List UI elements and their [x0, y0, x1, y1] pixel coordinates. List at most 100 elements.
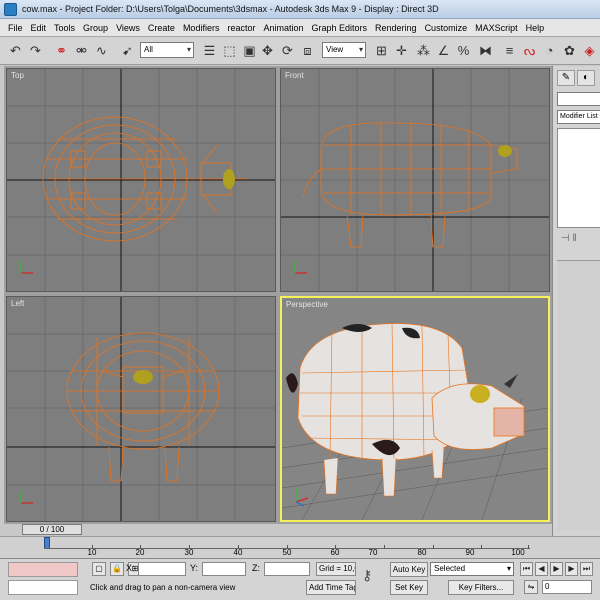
- track-tick-label: 50: [282, 548, 292, 557]
- material-editor-icon[interactable]: ◔: [540, 41, 559, 60]
- window-title: cow.max - Project Folder: D:\Users\Tolga…: [22, 4, 439, 14]
- select-scale-icon[interactable]: ⧈: [298, 41, 317, 60]
- menu-modifiers[interactable]: Modifiers: [179, 23, 224, 33]
- window-titlebar: cow.max - Project Folder: D:\Users\Tolga…: [0, 0, 600, 19]
- viewport-area: Top Front Left Perspective: [4, 66, 552, 524]
- app-icon: [4, 3, 17, 16]
- viewport-label-front[interactable]: Front: [285, 71, 304, 80]
- command-panel: ✎ ◐ Modifier List ⊣ ‖: [552, 66, 600, 536]
- track-tick-label: 90: [465, 548, 475, 557]
- track-tick-label: 100: [511, 548, 525, 557]
- pin-stack-icon[interactable]: ⊣ ‖: [561, 233, 577, 244]
- pivot-center-icon[interactable]: ⊞: [372, 41, 391, 60]
- menu-graph-editors[interactable]: Graph Editors: [308, 23, 372, 33]
- z-coord-field[interactable]: [264, 562, 310, 576]
- modifier-stack[interactable]: [557, 128, 600, 228]
- go-to-end-icon[interactable]: ⏭: [580, 562, 593, 576]
- status-prompt: Click and drag to pan a non-camera view: [90, 583, 236, 592]
- x-coord-field[interactable]: [138, 562, 186, 576]
- layer-manager-icon[interactable]: ≡: [500, 41, 519, 60]
- key-mode-dropdown[interactable]: Selected: [430, 562, 514, 576]
- menu-maxscript[interactable]: MAXScript: [471, 23, 522, 33]
- render-setup-icon[interactable]: ✿: [560, 41, 579, 60]
- track-tick-label: 40: [233, 548, 243, 557]
- viewport-perspective[interactable]: Perspective: [280, 296, 550, 522]
- track-tick-label: 30: [184, 548, 194, 557]
- set-key-button[interactable]: Set Key: [390, 580, 428, 595]
- select-object-icon[interactable]: ➹: [118, 41, 137, 60]
- key-filters-button[interactable]: Key Filters...: [448, 580, 514, 595]
- maxscript-output-mini[interactable]: [8, 580, 78, 595]
- x-coord-label: X:: [126, 563, 135, 573]
- viewport-label-perspective[interactable]: Perspective: [286, 300, 328, 309]
- bind-space-warp-icon[interactable]: ∿: [92, 41, 111, 60]
- front-view-wireframe: [281, 69, 549, 291]
- viewport-left[interactable]: Left: [6, 296, 276, 522]
- window-crossing-icon[interactable]: ▣: [240, 41, 259, 60]
- unlink-icon[interactable]: ⚮: [72, 41, 91, 60]
- angle-snap-icon[interactable]: ∠: [434, 41, 453, 60]
- quick-render-icon[interactable]: ◈: [580, 41, 599, 60]
- track-tick-label: 80: [417, 548, 427, 557]
- left-view-wireframe: [7, 297, 275, 521]
- rectangular-selection-icon[interactable]: ⬚: [220, 41, 239, 60]
- snaps-toggle-icon[interactable]: ⁂: [414, 41, 433, 60]
- select-manipulate-icon[interactable]: ✛: [392, 41, 411, 60]
- object-name-field[interactable]: [557, 92, 600, 106]
- create-tab-icon[interactable]: ✎: [557, 70, 575, 86]
- modifier-list-dropdown[interactable]: Modifier List: [557, 110, 600, 124]
- next-frame-icon[interactable]: ▶: [565, 562, 578, 576]
- selection-filter-dropdown[interactable]: All: [140, 42, 194, 58]
- lock-icon[interactable]: 🔒: [110, 562, 124, 576]
- select-by-name-icon[interactable]: ☰: [200, 41, 219, 60]
- select-move-icon[interactable]: ✥: [258, 41, 277, 60]
- menu-create[interactable]: Create: [144, 23, 179, 33]
- percent-snap-icon[interactable]: %: [454, 41, 473, 60]
- previous-frame-icon[interactable]: ◀: [535, 562, 548, 576]
- play-icon[interactable]: ▶: [550, 562, 563, 576]
- menu-group[interactable]: Group: [79, 23, 112, 33]
- time-slider-thumb[interactable]: 0 / 100: [22, 524, 82, 535]
- grid-spacing-display: Grid = 10,0: [316, 562, 356, 576]
- mirror-icon[interactable]: ⧓: [476, 41, 495, 60]
- select-rotate-icon[interactable]: ⟳: [278, 41, 297, 60]
- menu-tools[interactable]: Tools: [50, 23, 79, 33]
- key-mode-toggle-icon[interactable]: ⇋: [524, 580, 538, 594]
- y-coord-label: Y:: [190, 563, 199, 573]
- curve-editor-icon[interactable]: ᔓ: [520, 41, 539, 60]
- track-bar[interactable]: 10 20 30 40 50 60 70 80 90 100: [0, 536, 600, 558]
- undo-icon[interactable]: ↶: [6, 41, 25, 60]
- viewport-label-top[interactable]: Top: [11, 71, 24, 80]
- time-slider[interactable]: 0 / 100: [4, 524, 552, 536]
- maxscript-listener-mini[interactable]: [8, 562, 78, 577]
- menu-views[interactable]: Views: [112, 23, 144, 33]
- current-frame-field[interactable]: 0: [542, 580, 592, 594]
- menu-bar: File Edit Tools Group Views Create Modif…: [0, 19, 600, 37]
- viewport-label-left[interactable]: Left: [11, 299, 24, 308]
- top-view-wireframe: [7, 69, 275, 291]
- go-to-start-icon[interactable]: ⏮: [520, 562, 533, 576]
- perspective-view-shaded: [282, 322, 548, 520]
- z-coord-label: Z:: [252, 563, 260, 573]
- status-bar: ▢ 🔒 ⊞ X: Y: Z: Grid = 10,0 Click and dra…: [0, 558, 600, 600]
- menu-reactor[interactable]: reactor: [223, 23, 259, 33]
- menu-rendering[interactable]: Rendering: [371, 23, 421, 33]
- modify-tab-icon[interactable]: ◐: [577, 70, 595, 86]
- viewport-front[interactable]: Front: [280, 68, 550, 292]
- menu-help[interactable]: Help: [522, 23, 549, 33]
- track-tick-label: 70: [368, 548, 378, 557]
- reference-coordinate-dropdown[interactable]: View: [322, 42, 366, 58]
- auto-key-button[interactable]: Auto Key: [390, 562, 428, 577]
- menu-edit[interactable]: Edit: [27, 23, 51, 33]
- select-link-icon[interactable]: ⚭: [52, 41, 71, 60]
- menu-file[interactable]: File: [4, 23, 27, 33]
- track-tick-label: 60: [330, 548, 340, 557]
- viewport-top[interactable]: Top: [6, 68, 276, 292]
- add-time-tag-button[interactable]: Add Time Tag: [306, 580, 356, 595]
- y-coord-field[interactable]: [202, 562, 246, 576]
- key-icon[interactable]: ⚷: [362, 567, 372, 584]
- menu-animation[interactable]: Animation: [259, 23, 307, 33]
- redo-icon[interactable]: ↷: [26, 41, 45, 60]
- menu-customize[interactable]: Customize: [421, 23, 472, 33]
- selection-lock-icon[interactable]: ▢: [92, 562, 106, 576]
